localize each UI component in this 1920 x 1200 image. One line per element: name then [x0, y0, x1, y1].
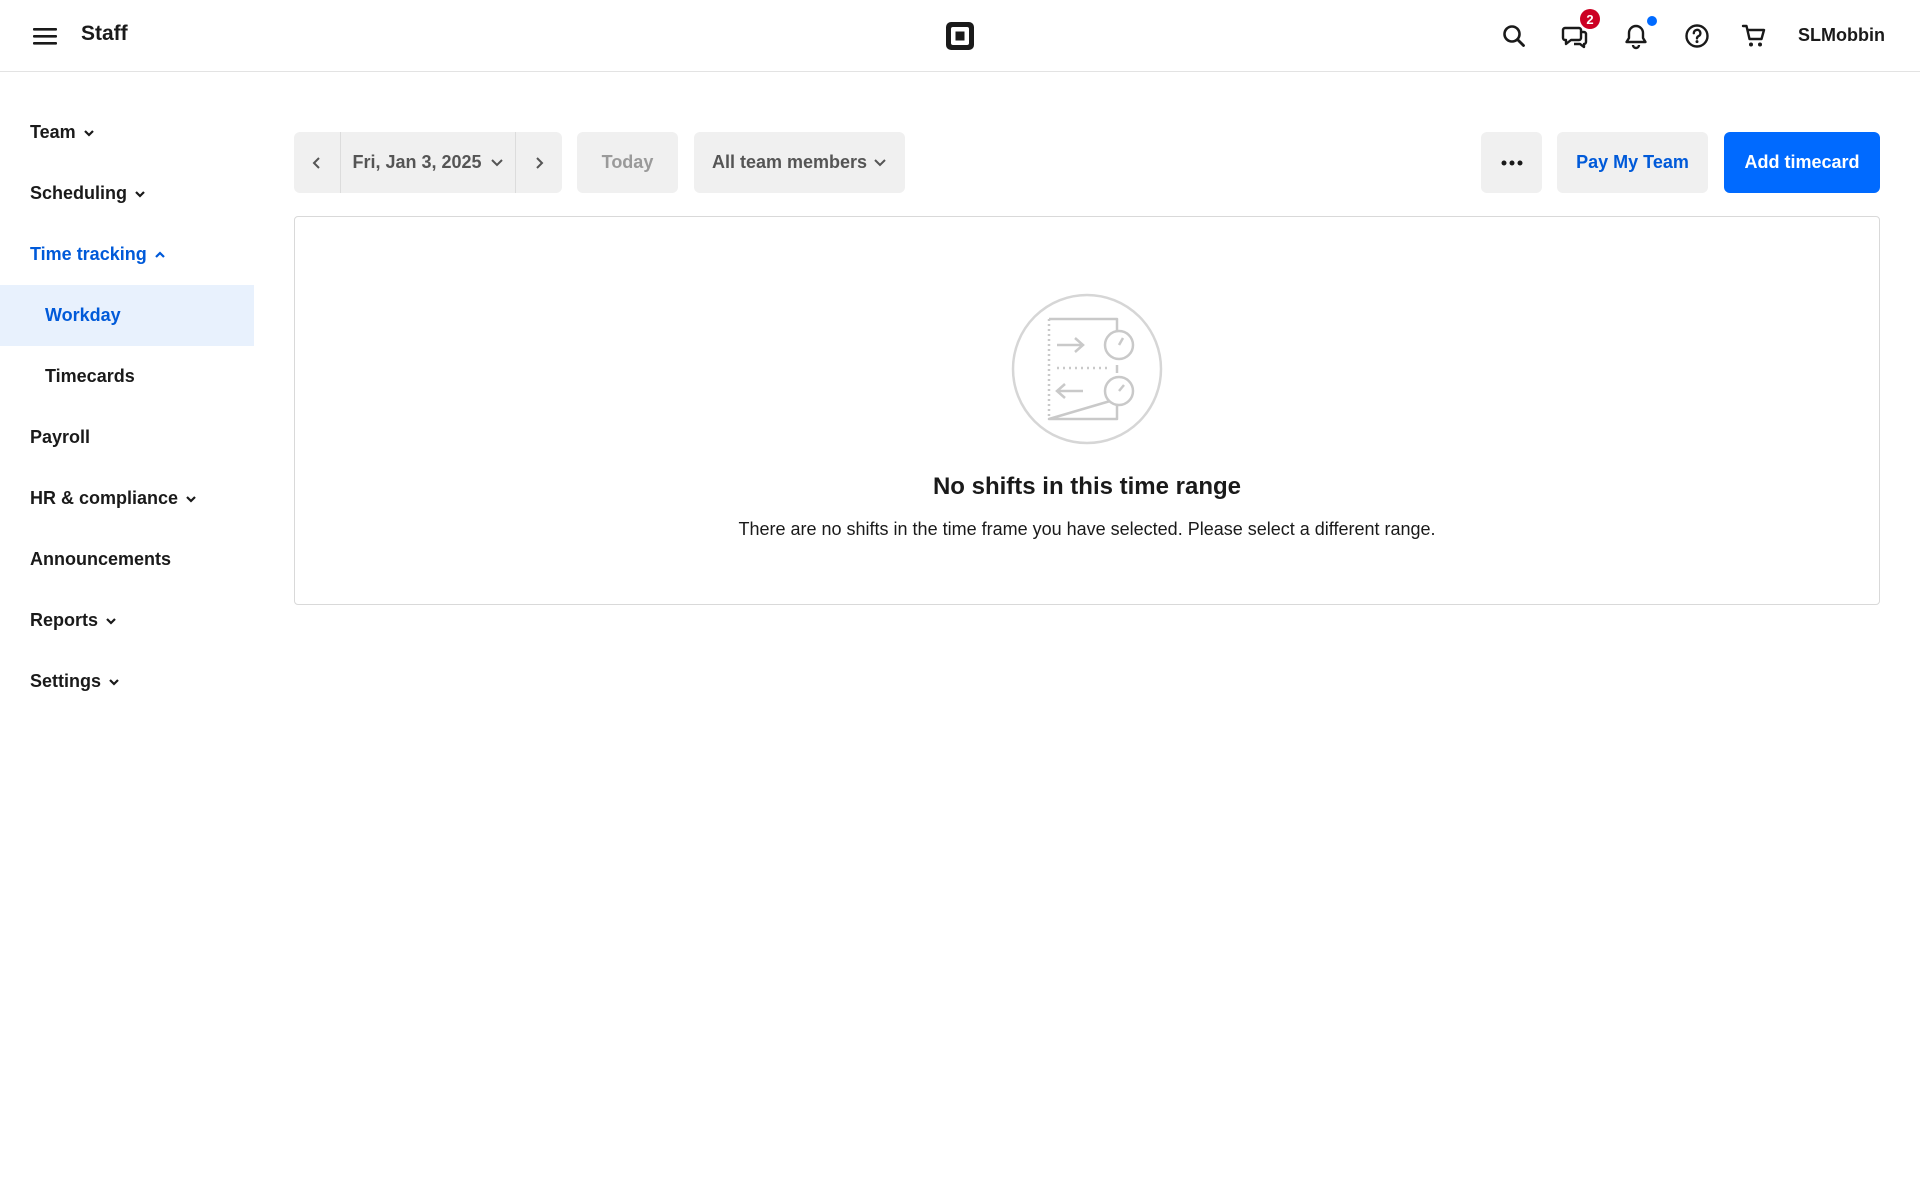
date-picker: Fri, Jan 3, 2025 [294, 132, 562, 193]
chevron-down-icon [83, 129, 94, 137]
notifications-dot [1647, 16, 1657, 26]
previous-day-button[interactable] [294, 132, 340, 193]
sidebar-item-settings[interactable]: Settings [0, 651, 254, 712]
chevron-down-icon [106, 617, 116, 625]
top-bar: Staff 2 SLMobbin [0, 0, 1920, 72]
sidebar-item-label: Workday [45, 305, 121, 325]
sidebar-item-timecards[interactable]: Timecards [0, 346, 254, 407]
sidebar-item-scheduling[interactable]: Scheduling [0, 163, 254, 224]
square-logo-icon[interactable] [944, 20, 976, 52]
sidebar-item-label: Reports [30, 610, 99, 630]
app-title: Staff [81, 22, 128, 45]
help-icon[interactable] [1681, 20, 1713, 52]
menu-icon[interactable] [30, 22, 60, 50]
sidebar-item-label: Scheduling [30, 183, 128, 203]
date-select[interactable]: Fri, Jan 3, 2025 [340, 132, 516, 193]
messages-badge: 2 [1580, 9, 1600, 29]
sidebar-item-label: HR & compliance [30, 488, 179, 508]
sidebar-item-reports[interactable]: Reports [0, 590, 254, 651]
next-day-button[interactable] [516, 132, 562, 193]
timecard-clock-icon [1011, 293, 1163, 445]
sidebar-item-label: Time tracking [30, 244, 147, 264]
add-timecard-button[interactable]: Add timecard [1724, 132, 1880, 193]
notifications-icon[interactable] [1620, 20, 1652, 52]
empty-state-title: No shifts in this time range [932, 473, 1242, 500]
pay-my-team-button[interactable]: Pay My Team [1557, 132, 1708, 193]
sidebar-item-workday[interactable]: Workday [0, 285, 254, 346]
sidebar-item-announcements[interactable]: Announcements [0, 529, 254, 590]
sidebar-item-label: Payroll [30, 427, 91, 447]
chevron-up-icon [154, 250, 165, 258]
account-name[interactable]: SLMobbin [1798, 25, 1885, 46]
chevron-down-icon [109, 678, 119, 686]
empty-state-description: There are no shifts in the time frame yo… [738, 519, 1436, 539]
shifts-panel: No shifts in this time range There are n… [294, 216, 1880, 605]
filter-label: All team members [711, 152, 868, 172]
today-button[interactable]: Today [577, 132, 678, 193]
date-label: Fri, Jan 3, 2025 [352, 152, 482, 172]
sidebar-item-label: Announcements [30, 549, 172, 569]
sidebar-item-team[interactable]: Team [0, 102, 254, 163]
team-member-filter[interactable]: All team members [694, 132, 905, 193]
chevron-down-icon [490, 158, 503, 166]
search-icon[interactable] [1498, 20, 1530, 52]
sidebar-item-time-tracking[interactable]: Time tracking [0, 224, 254, 285]
ellipsis-icon [1501, 160, 1522, 165]
chevron-down-icon [135, 190, 145, 198]
sidebar-item-payroll[interactable]: Payroll [0, 407, 254, 468]
cart-icon[interactable] [1738, 20, 1770, 52]
chevron-right-icon [536, 156, 544, 169]
sidebar-item-label: Team [30, 122, 76, 142]
chevron-left-icon [312, 156, 320, 169]
more-options-button[interactable] [1481, 132, 1542, 193]
sidebar-item-label: Timecards [45, 366, 135, 386]
chevron-down-icon [874, 158, 886, 166]
sidebar: Team Scheduling Time tracking Workday Ti… [0, 72, 254, 1200]
sidebar-item-hr-compliance[interactable]: HR & compliance [0, 468, 254, 529]
chevron-down-icon [186, 495, 196, 503]
sidebar-item-label: Settings [30, 671, 102, 691]
